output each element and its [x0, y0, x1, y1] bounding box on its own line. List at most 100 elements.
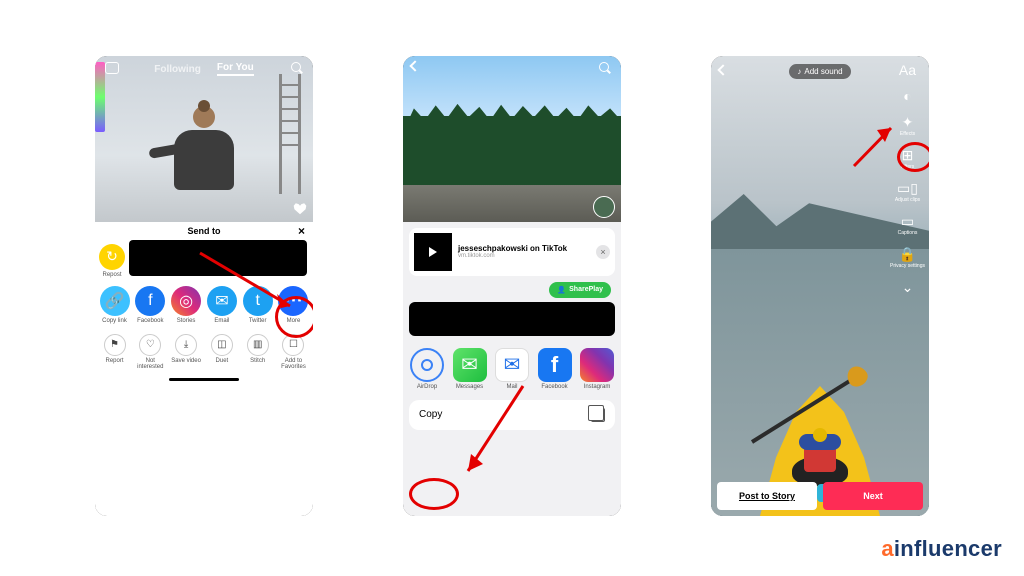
copy-icon: [591, 408, 605, 422]
stitch-icon: ▥: [247, 334, 269, 356]
annotation-circle: [409, 478, 459, 510]
tool-adjust-clips[interactable]: ▭▯Adjust clips: [895, 180, 920, 203]
phone-3-instagram-editor: ♪ Add sound Aa◐✦Effects⊞Filters▭▯Adjust …: [711, 56, 929, 516]
phone-2-ios-share: jesseschpakowski on TikTok vm.tiktok.com…: [403, 56, 621, 516]
duet-icon: ◫: [211, 334, 233, 356]
app-messages[interactable]: ✉ Messages: [452, 348, 488, 390]
link-title: jesseschpakowski on TikTok: [458, 244, 590, 253]
repost-icon[interactable]: ↻: [99, 244, 125, 270]
share-stories[interactable]: ◎Stories: [171, 286, 202, 324]
tool-captions[interactable]: ▭Captions: [898, 213, 918, 236]
profile-avatar[interactable]: [593, 196, 615, 218]
redacted-contacts: [409, 302, 615, 336]
shareplay-button[interactable]: 👤 SharePlay: [549, 282, 611, 298]
close-icon[interactable]: ×: [298, 224, 305, 238]
next-button[interactable]: Next: [823, 482, 923, 510]
save-video-icon: ⤓: [175, 334, 197, 356]
action-label: Add to Favorites: [278, 358, 309, 370]
link-domain: vm.tiktok.com: [458, 253, 590, 259]
tool-label: Privacy settings: [890, 263, 925, 269]
tool-effects[interactable]: ✦Effects: [900, 114, 915, 137]
action-stitch[interactable]: ▥ Stitch: [242, 334, 273, 370]
action-add-to-favorites[interactable]: ☐Add to Favorites: [278, 334, 309, 370]
tool-tool-0[interactable]: Aa: [899, 62, 916, 78]
tab-for-you[interactable]: For You: [217, 62, 254, 76]
redacted-contacts: [129, 240, 307, 276]
close-icon[interactable]: ×: [596, 245, 610, 259]
phone-1-tiktok-share: Following For You Send to × ↻ Repost 🔗Co…: [95, 56, 313, 516]
tool-tool-7[interactable]: ⌄: [902, 279, 914, 296]
music-note-icon: ♪: [797, 67, 801, 76]
report-icon: ⚑: [104, 334, 126, 356]
home-indicator: [169, 378, 239, 381]
share-copy-link[interactable]: 🔗Copy link: [99, 286, 130, 324]
person: [167, 106, 241, 196]
post-to-story-button[interactable]: Post to Story: [717, 482, 817, 510]
airdrop-icon: [410, 348, 444, 382]
video-area: [403, 56, 621, 222]
copy-link-icon: 🔗: [100, 286, 130, 316]
not-interested-icon: ♡: [139, 334, 161, 356]
tool-label: Adjust clips: [895, 197, 920, 203]
search-icon[interactable]: [291, 62, 303, 74]
add-sound-button[interactable]: ♪ Add sound: [789, 64, 850, 79]
tool-label: Effects: [900, 131, 915, 137]
app-label: Messages: [452, 384, 488, 390]
copy-label: Copy: [419, 409, 442, 420]
action-label: Not interested: [135, 358, 166, 370]
twitter-icon: t: [243, 286, 273, 316]
tool-icon: ◐: [903, 88, 911, 104]
facebook-icon: f: [135, 286, 165, 316]
app-facebook[interactable]: f Facebook: [537, 348, 573, 390]
tool-icon: 🔒: [890, 246, 925, 263]
like-icon[interactable]: [293, 202, 307, 216]
stories-icon: ◎: [171, 286, 201, 316]
app-label: Facebook: [537, 384, 573, 390]
share-sheet-title: Send to: [188, 226, 221, 236]
search-icon[interactable]: [599, 62, 611, 74]
app-airdrop[interactable]: AirDrop: [409, 348, 445, 390]
action-not-interested[interactable]: ♡ Not interested: [135, 334, 166, 370]
editor-canvas: ♪ Add sound Aa◐✦Effects⊞Filters▭▯Adjust …: [711, 56, 929, 516]
tool-icon: ▭▯: [895, 180, 920, 197]
mail-icon: ✉: [495, 348, 529, 382]
annotation-circle: [897, 142, 929, 172]
ios-share-sheet: jesseschpakowski on TikTok vm.tiktok.com…: [403, 222, 621, 516]
tool-icon: Aa: [899, 62, 916, 78]
share-twitter[interactable]: tTwitter: [242, 286, 273, 324]
tool-tool-1[interactable]: ◐: [903, 88, 911, 104]
facebook-icon: f: [538, 348, 572, 382]
action-save-video[interactable]: ⤓ Save video: [171, 334, 202, 370]
watermark: ainfluencer: [881, 536, 1002, 562]
messages-icon: ✉: [453, 348, 487, 382]
action-label: Save video: [171, 358, 202, 364]
action-report[interactable]: ⚑ Report: [99, 334, 130, 370]
app-mail[interactable]: ✉ Mail: [494, 348, 530, 390]
repost-label: Repost: [99, 272, 125, 278]
person-icon: 👤: [557, 286, 566, 294]
back-icon[interactable]: [717, 64, 728, 75]
email-icon: ✉: [207, 286, 237, 316]
link-thumb: [414, 233, 452, 271]
action-label: Duet: [206, 358, 237, 364]
share-email[interactable]: ✉Email: [206, 286, 237, 324]
copy-row[interactable]: Copy: [409, 400, 615, 430]
annotation-arrow: [849, 116, 899, 176]
tab-following[interactable]: Following: [154, 64, 201, 75]
tool-icon: ⌄: [902, 279, 914, 296]
tool-privacy-settings[interactable]: 🔒Privacy settings: [890, 246, 925, 269]
share-facebook[interactable]: fFacebook: [135, 286, 166, 324]
tool-label: Captions: [898, 230, 918, 236]
app-label: AirDrop: [409, 384, 445, 390]
app-instagram[interactable]: Instagram: [579, 348, 615, 390]
action-label: Report: [99, 358, 130, 364]
action-label: Stitch: [242, 358, 273, 364]
video-area: Following For You: [95, 56, 313, 222]
action-duet[interactable]: ◫ Duet: [206, 334, 237, 370]
annotation-circle: [275, 296, 313, 338]
tool-icon: ✦: [900, 114, 915, 131]
share-sheet: Send to × ↻ Repost 🔗Copy linkfFacebook◎S…: [95, 222, 313, 516]
instagram-icon: [580, 348, 614, 382]
tool-icon: ▭: [898, 213, 918, 230]
app-label: Mail: [494, 384, 530, 390]
